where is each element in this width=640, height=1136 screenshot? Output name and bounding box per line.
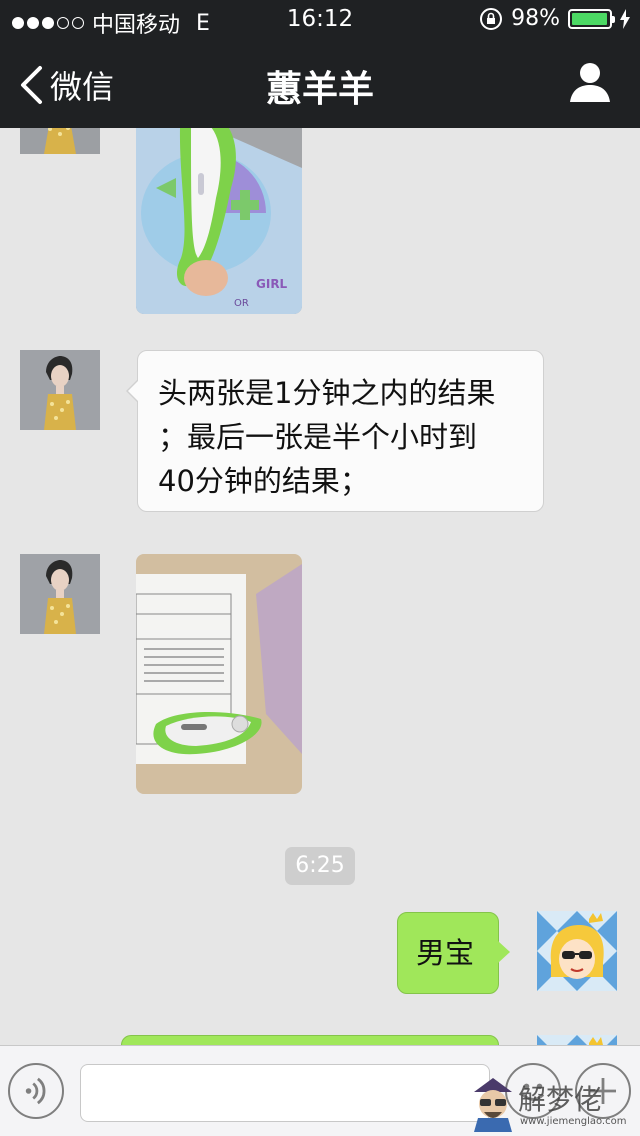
my-avatar[interactable] <box>537 911 617 991</box>
emoji-button[interactable] <box>505 1063 561 1119</box>
my-avatar[interactable] <box>537 1035 617 1045</box>
emoji-icon <box>521 1083 545 1101</box>
message-input[interactable] <box>80 1064 490 1122</box>
svg-text:GIRL: GIRL <box>256 277 288 291</box>
plus-icon <box>590 1078 616 1104</box>
message-line: ；最后一张是半个小时到 <box>158 420 478 454</box>
status-bar: 中国移动 E 16:12 98% <box>0 0 640 40</box>
contact-avatar[interactable] <box>20 554 100 634</box>
status-right: 98% <box>479 6 630 31</box>
charging-bolt-icon <box>620 8 630 29</box>
voice-button[interactable] <box>8 1063 64 1119</box>
contact-avatar[interactable] <box>20 128 100 154</box>
instructions-sheet-photo[interactable] <box>136 554 302 794</box>
message-line: 头两张是1分钟之内的结果 <box>158 376 496 410</box>
gender-predictor-photo[interactable]: GIRL OR <box>136 128 302 314</box>
chat-area[interactable]: GIRL OR 头两张是1分钟之内的结果 ；最后一张是半个小时到 40分钟的结果… <box>0 128 640 1045</box>
message-line: 男宝 <box>416 936 475 970</box>
battery-icon <box>568 8 615 29</box>
nav-bar: 微信 蕙羊羊 <box>0 40 640 128</box>
more-button[interactable] <box>575 1063 631 1119</box>
voice-icon <box>25 1077 46 1105</box>
message-line: 40分钟的结果； <box>158 464 369 498</box>
rotation-lock-icon <box>480 7 503 30</box>
svg-text:OR: OR <box>234 298 249 309</box>
input-bar <box>0 1045 640 1136</box>
chat-title: 蕙羊羊 <box>265 69 374 110</box>
contact-avatar[interactable] <box>20 350 100 430</box>
battery-percent: 98% <box>511 6 560 31</box>
message-bubble-outgoing[interactable]: 男宝 <box>397 912 510 994</box>
person-icon[interactable] <box>568 60 612 104</box>
message-bubble-outgoing[interactable] <box>121 1035 499 1045</box>
timestamp-badge: 6:25 <box>285 847 355 885</box>
message-bubble-incoming[interactable]: 头两张是1分钟之内的结果 ；最后一张是半个小时到 40分钟的结果； <box>126 350 544 512</box>
